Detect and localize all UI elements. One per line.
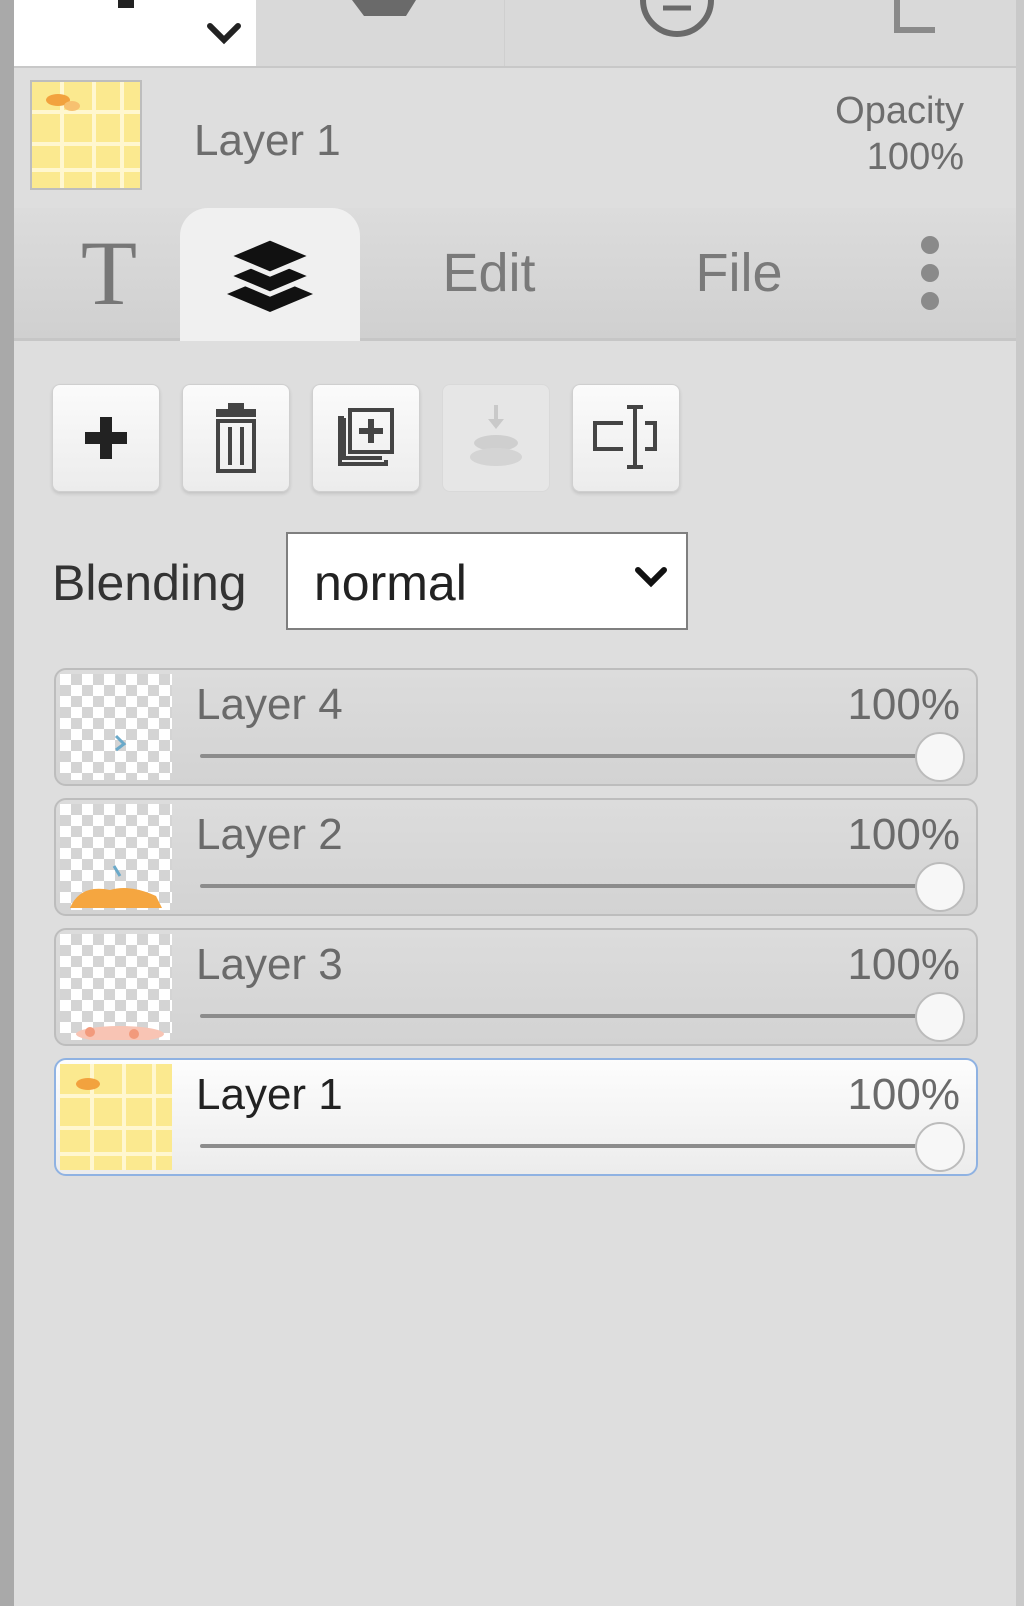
chevron-down-icon xyxy=(635,567,667,588)
crop-icon xyxy=(894,0,935,33)
current-layer-thumbnail xyxy=(30,80,142,190)
tool-text-dropdown[interactable] xyxy=(14,0,256,66)
thumbnail-art xyxy=(60,1064,172,1170)
opacity-slider-handle[interactable] xyxy=(915,862,965,912)
duplicate-layer-button[interactable] xyxy=(312,384,420,492)
layer-opacity-value: 100% xyxy=(847,680,960,729)
circle-tool-icon xyxy=(640,0,714,37)
tab-file-label: File xyxy=(695,243,783,303)
opacity-readout: Opacity 100% xyxy=(835,88,964,180)
opacity-slider-track[interactable] xyxy=(200,1014,940,1018)
opacity-slider-handle[interactable] xyxy=(915,992,965,1042)
layer-thumbnail xyxy=(60,804,172,910)
opacity-value: 100% xyxy=(866,136,964,178)
merge-down-button[interactable] xyxy=(442,384,550,492)
layer-opacity-value: 100% xyxy=(847,940,960,989)
layer-thumbnail xyxy=(60,1064,172,1170)
opacity-slider-track[interactable] xyxy=(200,754,940,758)
tab-text[interactable]: T xyxy=(34,208,184,338)
blending-select[interactable]: normal xyxy=(286,532,688,630)
layer-row-selected[interactable]: Layer 1 100% xyxy=(54,1058,978,1176)
trash-icon xyxy=(216,403,256,473)
bucket-icon xyxy=(352,0,416,16)
opacity-slider-handle[interactable] xyxy=(915,732,965,782)
layer-thumbnail xyxy=(60,934,172,1040)
current-layer-name: Layer 1 xyxy=(194,116,341,165)
blending-value: normal xyxy=(314,555,467,611)
thumbnail-art xyxy=(114,734,127,752)
opacity-label: Opacity xyxy=(835,90,964,132)
layer-opacity-value: 100% xyxy=(847,810,960,859)
thumbnail-art xyxy=(32,82,140,188)
thumbnail-art xyxy=(76,1026,164,1040)
layer-name: Layer 4 xyxy=(196,680,343,729)
add-layer-button[interactable] xyxy=(52,384,160,492)
rename-layer-button[interactable] xyxy=(572,384,680,492)
layer-name: Layer 2 xyxy=(196,810,343,859)
layer-name: Layer 1 xyxy=(196,1070,343,1119)
delete-layer-button[interactable] xyxy=(182,384,290,492)
tab-edit-label: Edit xyxy=(442,243,536,303)
layer-thumbnail xyxy=(60,674,172,780)
left-panel-edge xyxy=(0,0,14,1606)
text-tool-icon xyxy=(118,0,241,45)
duplicate-icon xyxy=(338,408,394,466)
tab-edit[interactable]: Edit xyxy=(384,208,594,338)
layer-row[interactable]: Layer 3 100% xyxy=(54,928,978,1046)
more-menu-button[interactable] xyxy=(890,208,970,338)
tab-file[interactable]: File xyxy=(634,208,844,338)
layers-icon xyxy=(225,234,315,312)
layer-row[interactable]: Layer 4 100% xyxy=(54,668,978,786)
blending-label: Blending xyxy=(52,555,247,611)
tab-layers[interactable] xyxy=(180,208,360,341)
more-vertical-icon xyxy=(921,226,939,320)
tool-eraser[interactable] xyxy=(505,0,885,66)
layer-name: Layer 3 xyxy=(196,940,343,989)
right-panel-edge xyxy=(1016,0,1024,1606)
merge-down-icon xyxy=(470,405,522,466)
current-layer-header: Layer 1 Opacity 100% xyxy=(14,68,1016,208)
opacity-slider-track[interactable] xyxy=(200,1144,940,1148)
top-toolbar xyxy=(14,0,1016,68)
layer-opacity-value: 100% xyxy=(847,1070,960,1119)
text-icon: T xyxy=(80,222,138,324)
opacity-slider-handle[interactable] xyxy=(915,1122,965,1172)
thumbnail-art xyxy=(70,865,162,908)
plus-icon xyxy=(85,417,127,459)
layer-row[interactable]: Layer 2 100% xyxy=(54,798,978,916)
tool-fill[interactable] xyxy=(256,0,502,66)
opacity-slider-track[interactable] xyxy=(200,884,940,888)
tool-crop[interactable] xyxy=(885,0,1016,66)
tab-bar: T Edit File xyxy=(14,208,1016,341)
rename-icon xyxy=(593,405,657,469)
